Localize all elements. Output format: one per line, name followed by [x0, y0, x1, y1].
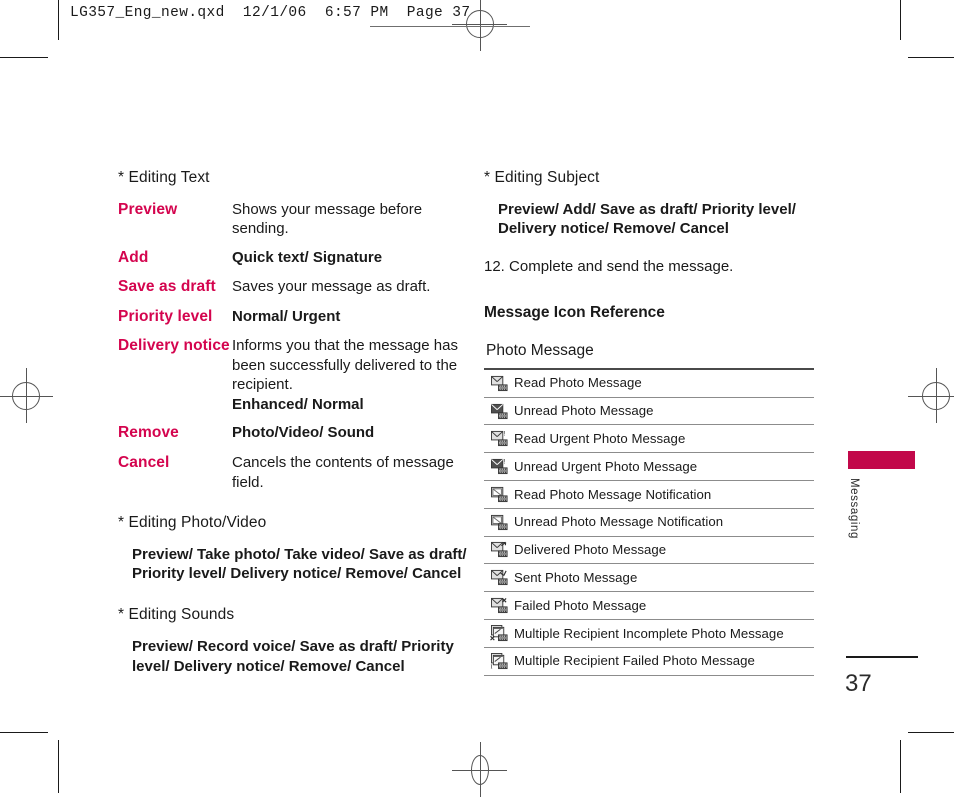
crop-mark-bottom-right-vertical	[900, 740, 901, 793]
editing-sounds-heading: * Editing Sounds	[118, 605, 470, 626]
crop-mark-top-left-horizontal	[0, 57, 48, 58]
table-row: Read Photo Message Notification	[484, 481, 814, 509]
definition-description: Informs you that the message has been su…	[232, 336, 470, 414]
table-row: ! Read Urgent Photo Message	[484, 425, 814, 453]
definition-row: Priority level Normal/ Urgent	[118, 307, 470, 328]
definition-term: Cancel	[118, 453, 232, 492]
right-column: * Editing Subject Preview/ Add/ Save as …	[484, 168, 814, 676]
table-row: I Multiple Recipient Failed Photo Message	[484, 648, 814, 676]
svg-text:I: I	[490, 663, 492, 669]
table-row-label: Read Photo Message Notification	[514, 486, 711, 504]
definition-description-text: Informs you that the message has been su…	[232, 337, 458, 393]
section-tab-bar	[848, 451, 915, 469]
definition-term: Preview	[118, 200, 232, 239]
table-row: Delivered Photo Message	[484, 537, 814, 565]
table-title: Photo Message	[484, 341, 814, 369]
editing-sounds-options: Preview/ Record voice/ Save as draft/ Pr…	[132, 637, 470, 677]
multiple-recipient-incomplete-photo-message-icon	[484, 625, 514, 642]
read-photo-message-notification-icon	[484, 486, 514, 503]
definition-row: Cancel Cancels the contents of message f…	[118, 453, 470, 492]
crop-mark-top-right-vertical	[900, 0, 901, 40]
table-row-label: Read Photo Message	[514, 374, 642, 392]
failed-photo-message-icon	[484, 597, 514, 614]
table-row-label: Unread Photo Message Notification	[514, 513, 723, 531]
registration-mark-left	[0, 368, 53, 423]
unread-photo-message-notification-icon	[484, 514, 514, 531]
step-12-text: 12. Complete and send the message.	[484, 257, 814, 277]
delivered-photo-message-icon	[484, 541, 514, 558]
table-row: Sent Photo Message	[484, 564, 814, 592]
table-row: ! Unread Urgent Photo Message	[484, 453, 814, 481]
definition-row: Preview Shows your message before sendin…	[118, 200, 470, 239]
registration-mark-right	[908, 368, 954, 423]
definition-term: Priority level	[118, 307, 232, 328]
editing-text-heading: * Editing Text	[118, 168, 470, 189]
svg-text:!: !	[503, 431, 505, 438]
table-row: Multiple Recipient Incomplete Photo Mess…	[484, 620, 814, 648]
crop-mark-top-left-vertical	[58, 0, 59, 40]
table-row-label: Unread Urgent Photo Message	[514, 458, 697, 476]
section-tab-label: Messaging	[838, 478, 860, 539]
definition-term: Add	[118, 248, 232, 269]
table-row-label: Failed Photo Message	[514, 597, 646, 615]
table-row-label: Multiple Recipient Incomplete Photo Mess…	[514, 625, 784, 643]
sent-photo-message-icon	[484, 569, 514, 586]
definition-description: Quick text/ Signature	[232, 248, 470, 269]
page-number: 37	[845, 670, 872, 698]
table-row: Unread Photo Message	[484, 398, 814, 426]
definition-row: Save as draft Saves your message as draf…	[118, 277, 470, 298]
registration-mark-bottom	[452, 742, 507, 797]
definition-term: Save as draft	[118, 277, 232, 298]
photo-message-icon-table: Photo Message Read Photo Message Unread P…	[484, 341, 814, 676]
table-row-label: Read Urgent Photo Message	[514, 430, 685, 448]
table-body: Read Photo Message Unread Photo Message! R…	[484, 370, 814, 676]
definition-row: Delivery notice Informs you that the mes…	[118, 336, 470, 414]
table-row: Read Photo Message	[484, 370, 814, 398]
definition-description: Shows your message before sending.	[232, 200, 470, 239]
definition-term: Delivery notice	[118, 336, 232, 414]
table-row-label: Sent Photo Message	[514, 569, 637, 587]
definition-description: Cancels the contents of message field.	[232, 453, 470, 492]
table-row: Unread Photo Message Notification	[484, 509, 814, 537]
editing-subject-options: Preview/ Add/ Save as draft/ Priority le…	[498, 200, 814, 240]
crop-mark-top-right-horizontal	[908, 57, 954, 58]
unread-urgent-photo-message-icon: !	[484, 458, 514, 475]
table-row-label: Unread Photo Message	[514, 402, 654, 420]
definition-list: Preview Shows your message before sendin…	[118, 200, 470, 492]
definition-description-extra: Enhanced/ Normal	[232, 395, 470, 415]
crop-mark-bottom-left-vertical	[58, 740, 59, 793]
definition-row: Remove Photo/Video/ Sound	[118, 423, 470, 444]
svg-text:!: !	[503, 459, 505, 466]
crop-mark-bottom-right-horizontal	[908, 732, 954, 733]
editing-subject-heading: * Editing Subject	[484, 168, 814, 189]
read-photo-message-icon	[484, 375, 514, 392]
left-column: * Editing Text Preview Shows your messag…	[118, 168, 470, 676]
definition-description: Normal/ Urgent	[232, 307, 470, 328]
definition-term: Remove	[118, 423, 232, 444]
editing-photo-video-heading: * Editing Photo/Video	[118, 513, 470, 534]
table-row: Failed Photo Message	[484, 592, 814, 620]
unread-photo-message-icon	[484, 403, 514, 420]
multiple-recipient-failed-photo-message-icon: I	[484, 653, 514, 670]
definition-row: Add Quick text/ Signature	[118, 248, 470, 269]
table-row-label: Delivered Photo Message	[514, 541, 666, 559]
file-slug-line: LG357_Eng_new.qxd 12/1/06 6:57 PM Page 3…	[70, 5, 470, 21]
folio-rule	[846, 656, 918, 658]
definition-description: Photo/Video/ Sound	[232, 423, 470, 444]
crop-mark-bottom-left-horizontal	[0, 732, 48, 733]
message-icon-reference-heading: Message Icon Reference	[484, 303, 814, 324]
table-row-label: Multiple Recipient Failed Photo Message	[514, 652, 755, 670]
read-urgent-photo-message-icon: !	[484, 430, 514, 447]
definition-description: Saves your message as draft.	[232, 277, 470, 298]
editing-photo-video-options: Preview/ Take photo/ Take video/ Save as…	[132, 545, 470, 585]
slug-rule	[370, 26, 530, 27]
